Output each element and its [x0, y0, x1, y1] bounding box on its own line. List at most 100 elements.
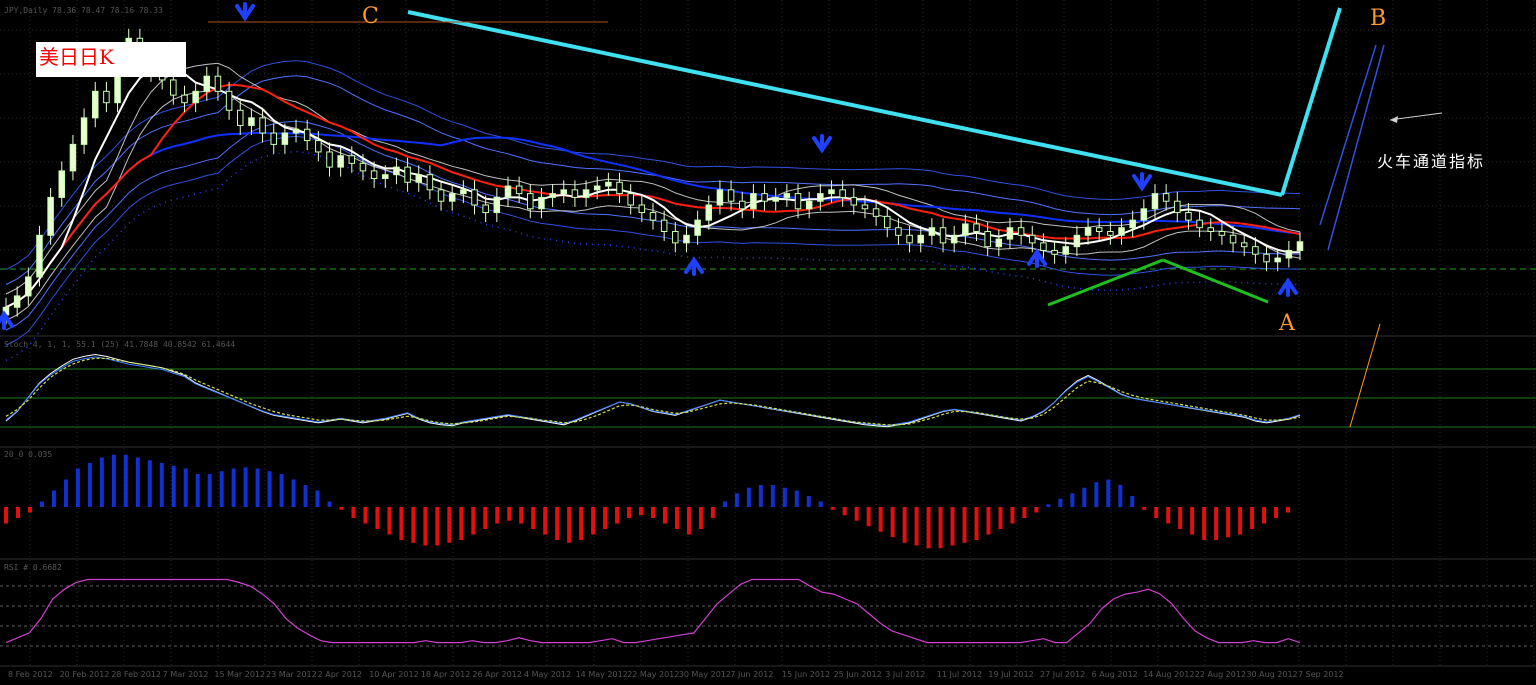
candle-body — [493, 196, 501, 214]
candle-body — [805, 200, 813, 210]
price-panel — [2, 28, 1304, 361]
candle-body — [772, 196, 779, 202]
candle-body — [761, 193, 768, 202]
annotation-label: 火车通道指标 — [1377, 152, 1486, 171]
candle-body — [91, 90, 99, 119]
candle-body — [1040, 242, 1047, 251]
candle-body — [828, 189, 835, 195]
ma-white-line — [5, 66, 1301, 309]
stoch-header: Stoch 4, 1, 1, 55.1 (25) 41.7848 40.8542… — [4, 340, 236, 349]
date-tick-label: 14 May 2012 — [576, 670, 628, 679]
candle-body — [973, 223, 980, 233]
candle-body — [482, 204, 489, 214]
rsi-header: RSI # 0.6682 — [4, 563, 62, 572]
candle-body — [69, 143, 77, 172]
stoch-blue-line — [5, 356, 1301, 427]
candle-body — [549, 193, 556, 198]
candle-body — [649, 212, 657, 221]
candle-body — [716, 189, 724, 206]
date-tick-label: 15 Mar 2012 — [214, 670, 265, 679]
candle-body — [1118, 227, 1125, 236]
candle-body — [393, 166, 400, 176]
date-tick-label: 8 Feb 2012 — [8, 670, 53, 679]
candle-body — [928, 227, 936, 236]
candle-body — [225, 90, 233, 111]
candle-body — [1073, 234, 1081, 248]
candle-body — [1185, 212, 1192, 221]
date-tick-label: 7 Mar 2012 — [163, 670, 209, 679]
candle-body — [1218, 231, 1226, 236]
candle-body — [415, 174, 423, 183]
candle-body — [950, 234, 958, 244]
date-tick-label: 18 Apr 2012 — [421, 670, 470, 679]
candle-body — [638, 204, 646, 214]
candle-body — [259, 117, 266, 134]
stoch-main-line — [5, 353, 1301, 428]
candle-body — [426, 174, 434, 191]
candle-body — [794, 193, 802, 210]
candle-body — [1051, 249, 1058, 255]
candle-body — [1240, 242, 1248, 248]
candle-body — [962, 223, 969, 236]
candle-body — [593, 185, 601, 191]
symbol-header: JPY,Daily 78.36 78.47 78.16 78.33 — [4, 6, 163, 15]
date-tick-label: 10 Apr 2012 — [369, 670, 418, 679]
candle-body — [270, 132, 277, 145]
date-tick-label: 4 May 2012 — [524, 670, 571, 679]
candle-body — [303, 128, 311, 142]
macd-panel — [4, 454, 1291, 549]
candle-body — [738, 200, 746, 210]
candle-body — [404, 166, 411, 183]
channel-upper-line — [407, 10, 1283, 197]
candle-body — [437, 189, 445, 202]
candle-body — [236, 109, 244, 126]
candle-body — [80, 117, 88, 145]
stoch-orange-line — [1349, 323, 1381, 428]
date-tick-label: 7 Jun 2012 — [730, 670, 773, 679]
date-tick-label: 28 Feb 2012 — [111, 670, 161, 679]
candle-body — [627, 193, 634, 206]
candle-body — [906, 234, 913, 244]
candle-body — [337, 155, 344, 168]
candle-body — [181, 94, 188, 104]
candle-body — [203, 75, 211, 92]
candle-body — [817, 193, 824, 202]
candle-body — [538, 196, 545, 210]
stoch-signal-line — [5, 357, 1301, 426]
point-label-a: A — [1279, 311, 1295, 336]
candle-body — [917, 234, 924, 244]
candle-body — [348, 155, 356, 164]
candle-body — [170, 79, 177, 96]
candle-body — [727, 189, 735, 202]
candle-body — [750, 193, 757, 210]
candle-body — [861, 204, 869, 210]
candle-body — [1095, 227, 1103, 233]
candle-body — [248, 117, 255, 126]
up-arrow-icon — [0, 310, 14, 330]
date-tick-label: 26 Apr 2012 — [472, 670, 521, 679]
channel-breakout-line — [1280, 7, 1342, 196]
candle-body — [705, 204, 713, 221]
candle-body — [1196, 219, 1203, 229]
candle-body — [382, 174, 389, 179]
support-left-line — [1047, 258, 1164, 307]
down-arrow-icon — [812, 134, 832, 154]
candle-body — [292, 128, 300, 134]
candle-body — [1151, 193, 1159, 210]
candle-body — [515, 185, 523, 195]
arrow-head — [1390, 116, 1398, 123]
candle-body — [1029, 234, 1036, 244]
date-tick-label: 6 Aug 2012 — [1092, 670, 1138, 679]
candle-body — [984, 231, 991, 248]
rsi-line — [5, 578, 1301, 644]
candle-body — [1140, 208, 1148, 221]
candle-body — [1207, 227, 1215, 233]
candle-body — [103, 90, 110, 104]
candle-body — [460, 189, 467, 195]
date-tick-label: 19 Jul 2012 — [988, 670, 1033, 679]
candle-body — [13, 295, 21, 308]
candle-body — [1174, 200, 1181, 214]
channel-blue-line — [1327, 44, 1385, 251]
candle-body — [582, 189, 590, 198]
candle-body — [471, 189, 478, 206]
